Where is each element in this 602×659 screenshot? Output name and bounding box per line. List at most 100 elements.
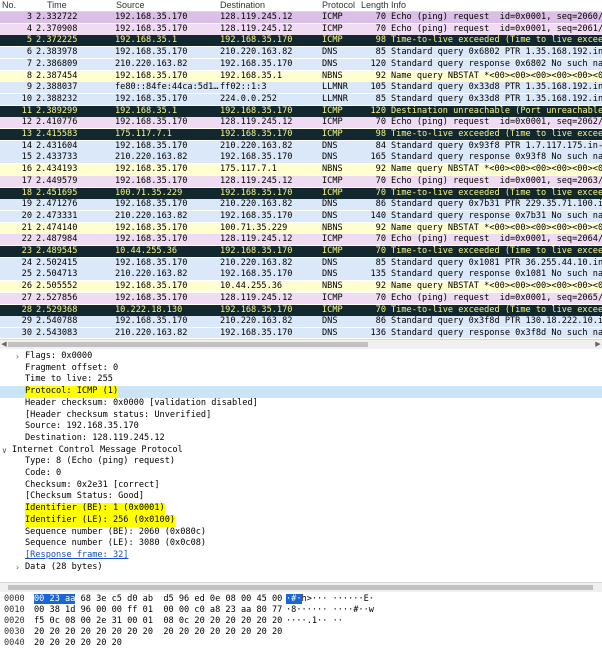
packet-row[interactable]: 6 2.383978 192.168.35.170 210.220.163.82 DNS… [0, 47, 602, 59]
packet-bytes-pane[interactable]: 0000 00 23 aa 68 3e c5 d0 ab d5 96 ed 0e … [0, 594, 602, 659]
bytes-line[interactable]: 0040 20 20 20 20 20 20 [0, 638, 602, 649]
packet-row[interactable]: 29 2.540788 192.168.35.170 210.220.163.82 DN… [0, 316, 602, 328]
packet-number: 28 [21, 304, 32, 315]
detail-line[interactable]: › Data (28 bytes) [0, 562, 602, 574]
packet-row[interactable]: 12 2.410776 192.168.35.170 128.119.245.12 IC… [0, 117, 602, 129]
packet-details-pane[interactable]: › Flags: 0x0000 Fragment offset: 0 Time to … [0, 351, 602, 581]
bytes-hex[interactable]: 20 20 20 20 20 20 20 20 20 20 20 20 20 2… [34, 627, 282, 638]
packet-row[interactable]: 16 2.434193 192.168.35.170 175.117.7.1 NBNS 9… [0, 164, 602, 176]
packet-row[interactable]: 23 2.489545 10.44.255.36 192.168.35.170 ICMP… [0, 246, 602, 257]
detail-line[interactable]: Fragment offset: 0 [0, 363, 602, 375]
packet-source: 192.168.35.170 [115, 316, 188, 327]
packet-list[interactable]: 3 2.332722 192.168.35.170 128.119.245.12 ICM… [0, 12, 602, 338]
packet-row[interactable]: 4 2.370908 192.168.35.170 128.119.245.12 ICM… [0, 23, 602, 35]
column-header-source[interactable]: Source [116, 0, 145, 10]
bytes-ascii[interactable]: ·#·h>··· ······E· [286, 594, 374, 605]
packet-row[interactable]: 8 2.387454 192.168.35.170 192.168.35.1 NBNS 9… [0, 70, 602, 82]
packet-destination: 128.119.245.12 [220, 175, 293, 186]
packet-row[interactable]: 27 2.527856 192.168.35.170 128.119.245.12 IC… [0, 292, 602, 304]
bytes-hex[interactable]: 00 23 aa 68 3e c5 d0 ab d5 96 ed 0e 08 0… [34, 594, 282, 605]
packet-info: Echo (ping) request id=0x0001, seq=2060/… [391, 12, 602, 22]
packet-list-horizontal-scrollbar[interactable]: ◀ ▶ [0, 339, 602, 349]
packet-row[interactable]: 30 2.543083 210.220.163.82 192.168.35.170 DN… [0, 327, 602, 338]
packet-row[interactable]: 17 2.449579 192.168.35.170 128.119.245.12 IC… [0, 175, 602, 187]
packet-length: 70 [375, 304, 386, 315]
packet-row[interactable]: 13 2.415583 175.117.7.1 192.168.35.170 ICMP 9… [0, 129, 602, 140]
packet-row[interactable]: 5 2.372225 192.168.35.1 192.168.35.170 ICMP 9… [0, 35, 602, 47]
bytes-ascii[interactable]: ·8······ ····#··w [286, 605, 374, 616]
detail-line[interactable]: [Response frame: 32] [0, 550, 602, 562]
packet-number: 29 [21, 316, 32, 327]
bytes-line[interactable]: 0010 00 38 1d 96 00 00 ff 01 00 00 c0 a8 … [0, 605, 602, 616]
detail-line[interactable]: [Checksum Status: Good] [0, 491, 602, 503]
bytes-line[interactable]: 0030 20 20 20 20 20 20 20 20 20 20 20 20 … [0, 627, 602, 638]
detail-line[interactable]: Sequence number (LE): 3080 (0x0c08) [0, 538, 602, 550]
packet-row[interactable]: 19 2.471276 192.168.35.170 210.220.163.82 DN… [0, 199, 602, 211]
scroll-right-icon[interactable]: ▶ [594, 340, 602, 349]
column-header-no[interactable]: No. [2, 0, 16, 10]
column-header-length[interactable]: Length [361, 0, 389, 10]
packet-row[interactable]: 22 2.487984 192.168.35.170 128.119.245.12 IC… [0, 234, 602, 246]
scrollbar-thumb[interactable] [8, 585, 593, 590]
packet-row[interactable]: 7 2.386809 210.220.163.82 192.168.35.170 DNS… [0, 58, 602, 70]
packet-destination: 128.119.245.12 [220, 117, 293, 128]
packet-length: 70 [375, 187, 386, 198]
packet-row[interactable]: 11 2.389299 192.168.35.1 192.168.35.170 ICMP… [0, 105, 602, 117]
bytes-hex[interactable]: f5 0c 08 00 2e 31 00 01 08 0c 20 20 20 2… [34, 616, 282, 627]
expanded-caret-icon[interactable]: ∨ [2, 445, 7, 457]
packet-row[interactable]: 25 2.504713 210.220.163.82 192.168.35.170 DN… [0, 269, 602, 281]
detail-line[interactable]: Header checksum: 0x0000 [validation disa… [0, 398, 602, 410]
packet-destination: 10.44.255.36 [220, 281, 283, 292]
detail-line[interactable]: [Header checksum status: Unverified] [0, 410, 602, 422]
detail-line[interactable]: Destination: 128.119.245.12 [0, 433, 602, 445]
detail-line[interactable]: Checksum: 0x2e31 [correct] [0, 480, 602, 492]
packet-info: Echo (ping) request id=0x0001, seq=2061/… [391, 23, 602, 34]
packet-row[interactable]: 15 2.433733 210.220.163.82 192.168.35.170 DN… [0, 152, 602, 164]
scroll-left-icon[interactable]: ◀ [0, 340, 8, 349]
column-header-protocol[interactable]: Protocol [322, 0, 355, 10]
detail-line[interactable]: ∨ Internet Control Message Protocol [0, 445, 602, 457]
packet-source: 192.168.35.170 [115, 47, 188, 58]
packet-source: 192.168.35.170 [115, 234, 188, 245]
bytes-line[interactable]: 0000 00 23 aa 68 3e c5 d0 ab d5 96 ed 0e … [0, 594, 602, 605]
collapsed-caret-icon[interactable]: › [15, 562, 20, 574]
bytes-line[interactable]: 0020 f5 0c 08 00 2e 31 00 01 08 0c 20 20 … [0, 616, 602, 627]
packet-destination: 224.0.0.252 [220, 93, 277, 104]
packet-destination: 128.119.245.12 [220, 292, 293, 303]
detail-line[interactable]: Sequence number (BE): 2060 (0x080c) [0, 527, 602, 539]
column-header-info[interactable]: Info [391, 0, 406, 10]
detail-line[interactable]: Source: 192.168.35.170 [0, 421, 602, 433]
packet-row[interactable]: 20 2.473331 210.220.163.82 192.168.35.170 DN… [0, 210, 602, 222]
scrollbar-thumb[interactable] [8, 342, 368, 347]
detail-line[interactable]: Type: 8 (Echo (ping) request) [0, 456, 602, 468]
detail-line[interactable]: › Flags: 0x0000 [0, 351, 602, 363]
detail-line[interactable]: Identifier (LE): 256 (0x0100) [0, 514, 602, 527]
detail-line[interactable]: Time to live: 255 [0, 374, 602, 386]
column-header-destination[interactable]: Destination [220, 0, 265, 10]
bytes-hex[interactable]: 00 38 1d 96 00 00 ff 01 00 00 c0 a8 23 a… [34, 605, 282, 616]
packet-protocol: DNS [322, 58, 338, 69]
detail-line[interactable]: Identifier (BE): 1 (0x0001) [0, 503, 602, 515]
packet-row[interactable]: 3 2.332722 192.168.35.170 128.119.245.12 ICM… [0, 12, 602, 23]
bytes-hex[interactable]: 20 20 20 20 20 20 [34, 638, 122, 649]
packet-row[interactable]: 21 2.474140 192.168.35.170 100.71.35.229 NBN… [0, 222, 602, 234]
packet-row[interactable]: 14 2.431604 192.168.35.170 210.220.163.82 DN… [0, 140, 602, 152]
detail-line[interactable]: Code: 0 [0, 468, 602, 480]
column-header-time[interactable]: Time [47, 0, 67, 10]
packet-length: 84 [375, 140, 386, 151]
detail-field[interactable]: [Response frame: 32] [25, 550, 128, 562]
collapsed-caret-icon[interactable]: › [15, 351, 20, 363]
packet-length: 165 [370, 152, 386, 163]
packet-row[interactable]: 10 2.388232 192.168.35.170 224.0.0.252 LLMNR… [0, 93, 602, 105]
packet-number: 26 [21, 281, 32, 292]
packet-row[interactable]: 18 2.451695 100.71.35.229 192.168.35.170 ICM… [0, 187, 602, 199]
details-horizontal-scrollbar[interactable] [0, 582, 602, 592]
packet-row[interactable]: 9 2.388037 fe80::84fe:44ca:5d1… ff02::1:3 LL… [0, 82, 602, 94]
bytes-ascii[interactable]: ····.1·· ·· [286, 616, 343, 627]
packet-row[interactable]: 24 2.502415 192.168.35.170 210.220.163.82 DN… [0, 257, 602, 269]
packet-row[interactable]: 26 2.505552 192.168.35.170 10.44.255.36 NBNS… [0, 281, 602, 293]
packet-protocol: DNS [322, 316, 338, 327]
packet-time: 2.471276 [36, 199, 78, 210]
packet-row[interactable]: 28 2.529368 10.222.18.130 192.168.35.170 ICM… [0, 304, 602, 316]
detail-line[interactable]: Protocol: ICMP (1) [0, 386, 602, 398]
